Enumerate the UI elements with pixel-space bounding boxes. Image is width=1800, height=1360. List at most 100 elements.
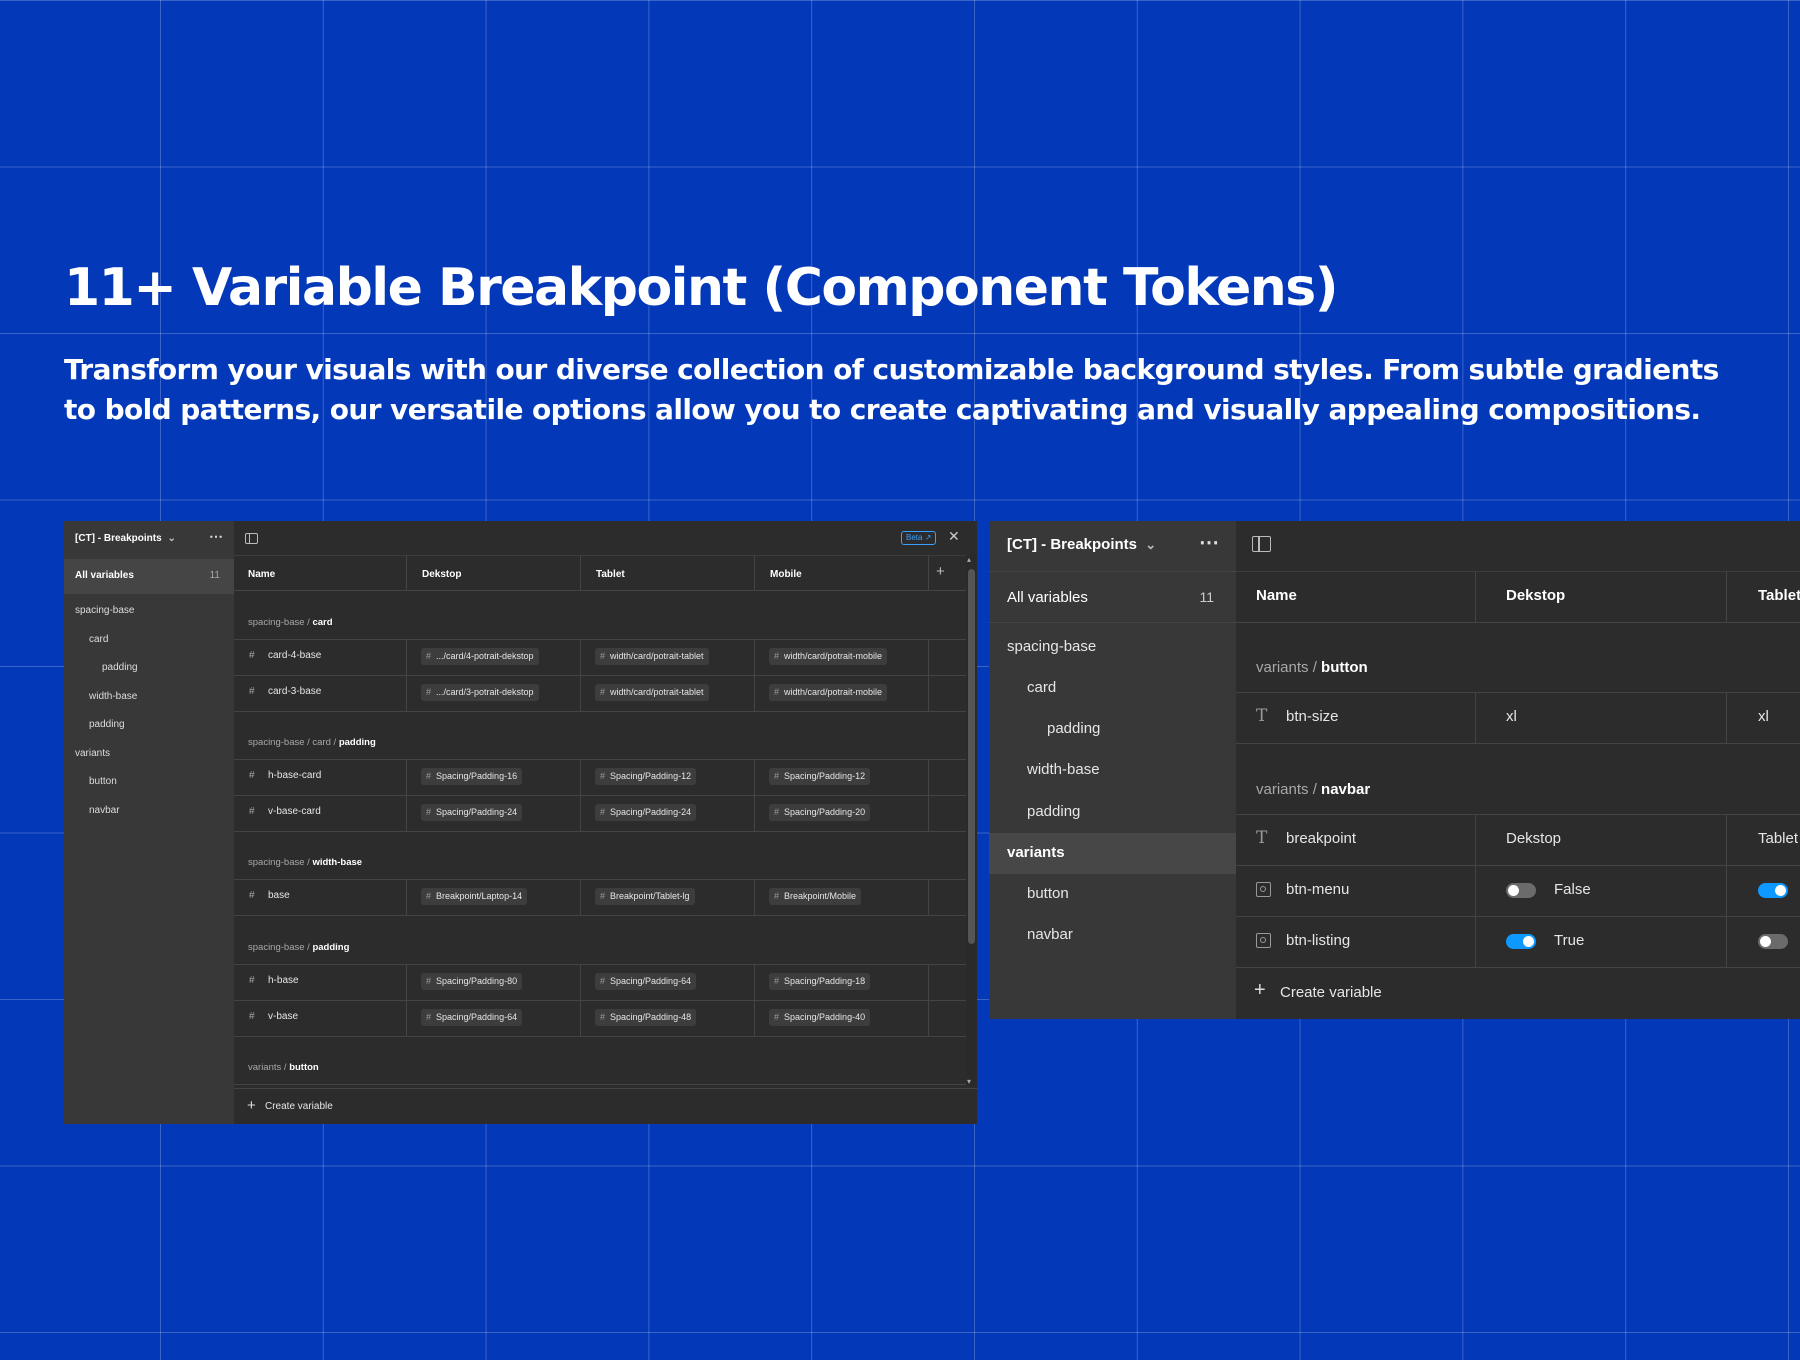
alias-chip-mobile[interactable]: # width/card/potrait-mobile — [769, 648, 888, 665]
alias-chip-desktop[interactable]: # Spacing/Padding-80 — [421, 973, 523, 990]
number-type-icon: # — [249, 686, 255, 697]
tree-item-navbar[interactable]: navbar — [89, 805, 120, 816]
tree-item-padding[interactable]: padding — [1027, 803, 1080, 820]
tree-item-button[interactable]: button — [1027, 885, 1069, 902]
table-row[interactable]: # h-base-card # Spacing/Padding-16 # Spaci… — [234, 759, 977, 795]
value-desktop[interactable]: xl — [1506, 708, 1517, 725]
all-variables-item[interactable]: All variables 11 — [989, 572, 1236, 622]
tree-item-navbar[interactable]: navbar — [1027, 926, 1073, 943]
table-row[interactable]: # v-base # Spacing/Padding-64 # Spacing/Pa… — [234, 1000, 977, 1036]
scrollbar[interactable]: ▴ ▾ — [966, 555, 977, 1086]
collections-sidebar: [CT] - Breakpoints ⌄ ⋯ All variables 11 … — [989, 521, 1236, 1019]
alias-chip-mobile[interactable]: # Breakpoint/Mobile — [769, 888, 862, 905]
column-header-tablet[interactable]: Tablet — [1758, 587, 1800, 604]
table-row[interactable]: # h-base # Spacing/Padding-80 # Spacing/Pa… — [234, 964, 977, 1000]
variable-name: v-base — [268, 1011, 299, 1022]
boolean-toggle-desktop[interactable] — [1506, 934, 1536, 949]
alias-chip-mobile[interactable]: # Spacing/Padding-40 — [769, 1009, 871, 1026]
table-row[interactable]: # base # Breakpoint/Laptop-14 # Breakpoint… — [234, 879, 977, 915]
alias-chip-desktop[interactable]: # Spacing/Padding-24 — [421, 804, 523, 821]
boolean-toggle-tablet[interactable] — [1758, 934, 1788, 949]
tree-item-variants[interactable]: variants — [75, 748, 110, 759]
table-row[interactable]: # v-base-card # Spacing/Padding-24 # Spaci… — [234, 795, 977, 831]
tree-item-width-base[interactable]: width-base — [1027, 761, 1100, 778]
variables-table: Beta ↗ ✕ Name Dekstop Tablet Mobile + sp… — [234, 521, 977, 1124]
group-header: variants / button — [1256, 659, 1368, 676]
alias-chip-desktop[interactable]: # Spacing/Padding-64 — [421, 1009, 523, 1026]
alias-chip-mobile[interactable]: # Spacing/Padding-12 — [769, 768, 871, 785]
alias-chip-desktop[interactable]: # Breakpoint/Laptop-14 — [421, 888, 528, 905]
column-header-tablet[interactable]: Tablet — [596, 569, 625, 580]
alias-chip-tablet[interactable]: # Spacing/Padding-24 — [595, 804, 697, 821]
table-row[interactable]: btn-listing True — [1236, 916, 1800, 967]
alias-chip-tablet[interactable]: # Breakpoint/Tablet-lg — [595, 888, 695, 905]
table-row[interactable]: btn-menu False — [1236, 865, 1800, 916]
alias-chip-tablet[interactable]: # width/card/potrait-tablet — [595, 648, 709, 665]
close-icon[interactable]: ✕ — [948, 528, 960, 545]
alias-chip-mobile[interactable]: # width/card/potrait-mobile — [769, 684, 888, 701]
tree-item-card[interactable]: card — [1027, 679, 1056, 696]
toggle-sidebar-icon[interactable] — [245, 533, 258, 544]
all-variables-item[interactable]: All variables 11 — [64, 559, 234, 594]
tree-item-spacing-base[interactable]: spacing-base — [75, 605, 134, 616]
variable-name: base — [268, 890, 290, 901]
scroll-up-icon[interactable]: ▴ — [967, 555, 971, 564]
table-row[interactable]: T btn-size xl xl — [1236, 692, 1800, 743]
value-tablet[interactable]: Tablet — [1758, 830, 1798, 847]
create-variable-button[interactable]: + Create variable — [1236, 967, 1800, 1019]
alias-chip-tablet[interactable]: # Spacing/Padding-48 — [595, 1009, 697, 1026]
tree-item-card-padding[interactable]: padding — [1047, 720, 1100, 737]
number-type-icon: # — [249, 650, 255, 661]
column-header-desktop[interactable]: Dekstop — [422, 569, 461, 580]
more-options-icon[interactable]: ⋯ — [209, 528, 223, 545]
beta-badge[interactable]: Beta ↗ — [901, 531, 937, 545]
column-header-name[interactable]: Name — [1256, 587, 1297, 604]
tree-item-button[interactable]: button — [89, 776, 117, 787]
group-header: spacing-base / width-base — [248, 857, 363, 868]
variable-name: btn-size — [1286, 708, 1339, 725]
scroll-down-icon[interactable]: ▾ — [967, 1077, 971, 1086]
create-variable-button[interactable]: + Create variable — [234, 1088, 977, 1124]
alias-chip-tablet[interactable]: # Spacing/Padding-64 — [595, 973, 697, 990]
boolean-toggle-tablet[interactable] — [1758, 883, 1788, 898]
alias-chip-mobile[interactable]: # Spacing/Padding-20 — [769, 804, 871, 821]
create-variable-label: Create variable — [265, 1101, 333, 1112]
plus-icon: + — [1254, 979, 1266, 1001]
collections-sidebar: [CT] - Breakpoints ⌄ ⋯ All variables 11 … — [64, 521, 234, 1124]
alias-chip-tablet[interactable]: # Spacing/Padding-12 — [595, 768, 697, 785]
alias-chip-tablet[interactable]: # width/card/potrait-tablet — [595, 684, 709, 701]
more-options-icon[interactable]: ⋯ — [1199, 530, 1219, 555]
number-type-icon: # — [249, 770, 255, 781]
alias-chip-desktop[interactable]: # .../card/4-potrait-dekstop — [421, 648, 539, 665]
table-row[interactable]: T breakpoint Dekstop Tablet — [1236, 814, 1800, 865]
value-tablet[interactable]: xl — [1758, 708, 1769, 725]
variables-count: 11 — [1199, 589, 1214, 605]
collection-dropdown[interactable]: [CT] - Breakpoints ⌄ — [1007, 536, 1156, 553]
tree-item-card-padding[interactable]: padding — [102, 662, 138, 673]
column-header-desktop[interactable]: Dekstop — [1506, 587, 1565, 604]
table-row[interactable]: # card-3-base # .../card/3-potrait-deksto… — [234, 675, 977, 711]
scrollbar-thumb[interactable] — [968, 569, 975, 944]
tree-item-variants-selected[interactable]: variants — [989, 833, 1236, 874]
tree-item-padding[interactable]: padding — [89, 719, 125, 730]
variables-table: Name Dekstop Tablet variants / button T … — [1236, 521, 1800, 1019]
add-mode-icon[interactable]: + — [936, 563, 945, 580]
boolean-toggle-desktop[interactable] — [1506, 883, 1536, 898]
variable-name: v-base-card — [268, 806, 321, 817]
value-desktop[interactable]: Dekstop — [1506, 830, 1561, 847]
alias-chip-mobile[interactable]: # Spacing/Padding-18 — [769, 973, 871, 990]
boolean-type-icon — [1256, 933, 1271, 948]
tree-item-card[interactable]: card — [89, 634, 108, 645]
column-header-mobile[interactable]: Mobile — [770, 569, 802, 580]
tree-item-spacing-base[interactable]: spacing-base — [1007, 638, 1096, 655]
toggle-sidebar-icon[interactable] — [1252, 536, 1271, 552]
alias-chip-desktop[interactable]: # .../card/3-potrait-dekstop — [421, 684, 539, 701]
collection-dropdown[interactable]: [CT] - Breakpoints ⌄ — [75, 533, 176, 544]
table-row[interactable]: # card-4-base # .../card/4-potrait-deksto… — [234, 639, 977, 675]
boolean-type-icon — [1256, 882, 1271, 897]
tree-item-width-base[interactable]: width-base — [89, 691, 137, 702]
alias-chip-desktop[interactable]: # Spacing/Padding-16 — [421, 768, 523, 785]
variable-name: btn-menu — [1286, 881, 1350, 898]
all-variables-label: All variables — [75, 570, 134, 581]
column-header-name[interactable]: Name — [248, 569, 275, 580]
